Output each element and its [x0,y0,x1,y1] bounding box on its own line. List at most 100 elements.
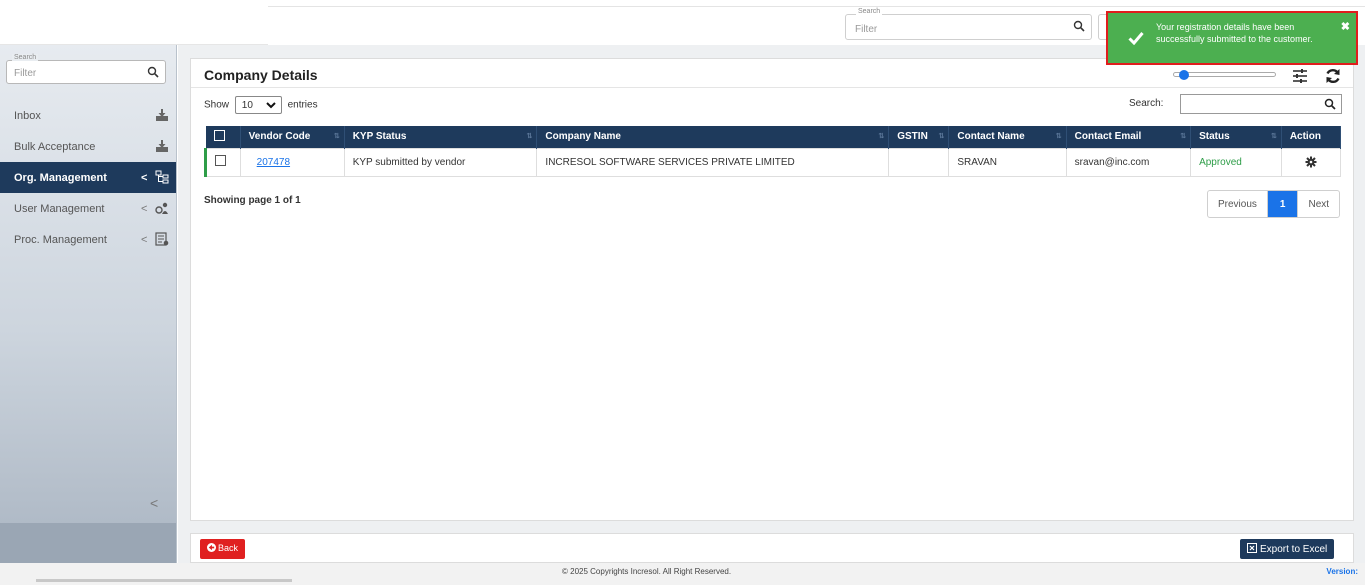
header-contact-name[interactable]: Contact Name ⇅ [948,126,1067,148]
company-name-cell: INCRESOL SOFTWARE SERVICES PRIVATE LIMIT… [536,147,890,177]
gear-icon[interactable] [1305,156,1317,168]
toast-body: Your registration details have been succ… [1110,15,1354,61]
pagination: Previous 1 Next [1207,190,1341,218]
panel-divider [191,87,1353,88]
arrow-left-circle-icon [207,543,216,552]
company-details-panel: Company Details Show 10 entries Search: … [190,58,1354,521]
show-label: Show [204,99,230,111]
entries-select[interactable]: 10 [234,96,282,114]
sidebar-item-label: Inbox [14,110,41,122]
top-search-input[interactable]: Search Filter [845,8,1092,40]
top-search-label: Search [856,8,883,15]
table-search-input[interactable] [1180,94,1342,114]
sidebar-bottom-band [0,523,176,563]
checkmark-icon [1128,32,1144,45]
sidebar-search-placeholder: Filter [14,68,37,79]
export-button-label: Export to Excel [1260,544,1328,555]
page-1-button[interactable]: 1 [1267,191,1298,217]
process-document-icon [155,232,169,246]
sidebar-item-label: Org. Management [14,172,107,184]
previous-page-button[interactable]: Previous [1208,191,1268,217]
users-cog-icon [155,202,168,214]
sort-icon: ⇅ [333,133,340,140]
search-icon[interactable] [1324,98,1336,110]
export-to-excel-button[interactable]: Export to Excel [1240,539,1335,559]
action-cell [1280,147,1342,177]
column-label: KYP Status [352,131,407,143]
page-title: Company Details [204,67,318,83]
header-status[interactable]: Status ⇅ [1190,126,1282,148]
sort-icon: ⇅ [1055,133,1062,140]
contact-email-cell: sravan@inc.com [1065,147,1192,177]
entries-length-control: Show 10 entries [204,96,318,114]
filter-sliders-icon[interactable] [1291,67,1309,85]
header-gstin[interactable]: GSTIN ⇅ [888,126,950,148]
entries-label: entries [287,99,318,111]
refresh-icon[interactable] [1324,67,1342,85]
row-checkbox[interactable] [215,155,226,166]
column-label: Contact Name [957,131,1025,143]
chevron-left-icon: < [141,172,148,184]
sort-icon: ⇅ [1180,133,1187,140]
sort-icon: ⇅ [526,133,533,140]
sidebar-item-proc-management[interactable]: Proc. Management < [0,224,176,255]
entries-select-value: 10 [241,100,253,111]
column-label: Action [1289,131,1321,143]
sidebar-item-label: Bulk Acceptance [14,141,96,153]
column-label: Vendor Code [248,131,311,143]
header-company-name[interactable]: Company Name ⇅ [536,126,890,148]
sidebar-item-bulk-acceptance[interactable]: Bulk Acceptance [0,131,176,162]
close-icon[interactable]: ✖ [1341,20,1350,33]
footer: © 2025 Copyrights Incresol. All Right Re… [0,563,1365,585]
company-table: Vendor Code ⇅ KYP Status ⇅ Company Name ⇅ G… [204,126,1342,177]
chevron-left-icon: < [141,203,148,215]
copyright-text: © 2025 Copyrights Incresol. All Right Re… [562,567,732,576]
back-button-label: Back [218,543,239,553]
org-chart-icon [155,170,169,184]
app-root: Search Filter Search Filter Inbox Bulk A… [0,0,1365,585]
column-label: Contact Email [1074,131,1142,143]
header-vendor-code[interactable]: Vendor Code ⇅ [240,126,345,148]
gstin-cell [888,147,950,177]
inbox-download-icon [156,140,168,152]
vendor-code-link[interactable]: 207478 [257,157,290,168]
vendor-code-cell: 207478 [239,147,345,177]
row-select-cell[interactable] [204,147,241,177]
chevron-left-icon: < [141,234,148,246]
sidebar: Search Filter Inbox Bulk Acceptance Org.… [0,45,177,563]
search-icon[interactable] [1073,20,1085,32]
column-label: Company Name [545,131,621,143]
column-label: Status [1199,131,1230,143]
sort-icon: ⇅ [938,133,945,140]
sidebar-item-org-management[interactable]: Org. Management < [0,162,176,193]
status-cell: Approved [1190,147,1282,177]
header-action: Action [1281,126,1342,148]
sidebar-menu: Inbox Bulk Acceptance Org. Management < … [0,100,176,255]
header-contact-email[interactable]: Contact Email ⇅ [1066,126,1192,148]
sidebar-item-inbox[interactable]: Inbox [0,100,176,131]
chevron-down-icon [266,102,276,109]
pagination-info: Showing page 1 of 1 [204,195,301,206]
excel-file-icon [1247,543,1257,553]
inbox-download-icon [156,109,168,121]
next-page-button[interactable]: Next [1297,191,1339,217]
header-select-all[interactable] [205,126,241,148]
sidebar-search-input[interactable]: Search Filter [6,54,166,84]
zoom-slider-handle[interactable] [1179,70,1189,80]
sidebar-item-label: Proc. Management [14,234,107,246]
horizontal-scrollbar[interactable] [36,579,292,582]
column-label: GSTIN [897,131,928,143]
top-divider [268,6,1365,7]
table-row[interactable]: 207478 KYP submitted by vendor INCRESOL … [204,147,1342,177]
sort-icon: ⇅ [1270,133,1277,140]
sort-icon: ⇅ [878,133,885,140]
sidebar-collapse-button[interactable]: < [150,495,158,511]
sidebar-item-user-management[interactable]: User Management < [0,193,176,224]
select-all-checkbox[interactable] [213,129,225,141]
header-kyp-status[interactable]: KYP Status ⇅ [344,126,538,148]
version-label: Version: [1326,567,1358,576]
back-button[interactable]: Back [200,539,246,559]
toast-message: Your registration details have been succ… [1156,22,1313,44]
table-header-row: Vendor Code ⇅ KYP Status ⇅ Company Name ⇅ G… [205,126,1342,148]
search-icon[interactable] [147,66,159,78]
